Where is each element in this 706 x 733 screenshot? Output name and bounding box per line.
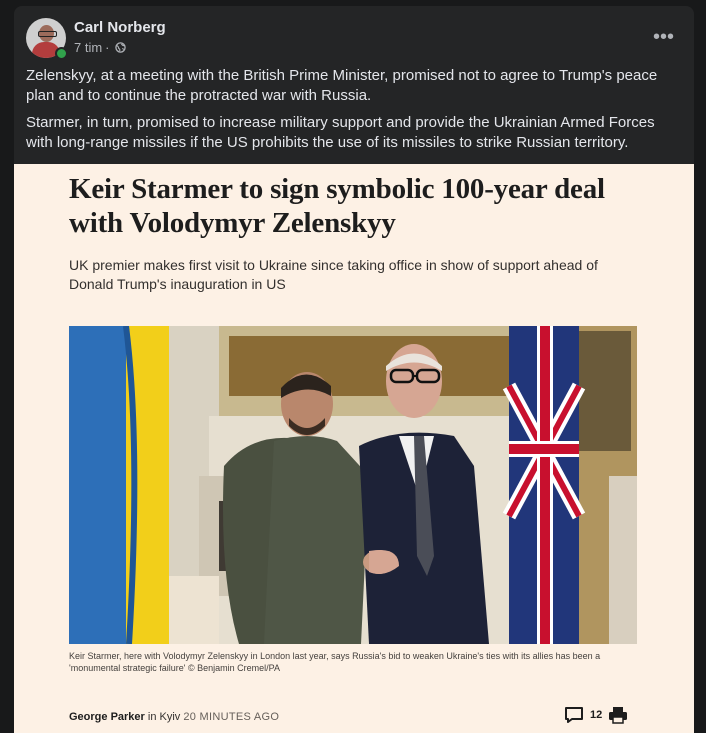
byline-place: Kyiv (159, 711, 181, 723)
post-header: Carl Norberg 7 tim · ••• (26, 18, 682, 60)
article-headline: Keir Starmer to sign symbolic 100-year d… (69, 173, 605, 239)
photo-caption: Keir Starmer, here with Volodymyr Zelens… (69, 651, 601, 673)
byline-in: in (147, 711, 157, 723)
online-status-icon (55, 47, 68, 60)
article-photo (69, 326, 637, 644)
article-actions: 12 (564, 706, 628, 724)
print-icon[interactable] (608, 706, 628, 724)
more-options-icon[interactable]: ••• (653, 27, 674, 47)
article-preview[interactable]: Keir Starmer to sign symbolic 100-year d… (14, 164, 694, 733)
post-paragraph: Starmer, in turn, promised to increase m… (26, 114, 655, 151)
meta-separator: · (105, 40, 110, 55)
globe-icon[interactable] (114, 42, 126, 53)
post-meta: 7 tim · (74, 40, 126, 55)
facebook-post: Carl Norberg 7 tim · ••• Zelenskyy, at a… (14, 6, 694, 733)
post-time[interactable]: 7 tim (74, 40, 102, 55)
post-paragraph: Zelenskyy, at a meeting with the British… (26, 67, 658, 104)
byline-time: 20 MINUTES AGO (183, 711, 280, 723)
byline-author[interactable]: George Parker (69, 711, 145, 723)
comment-icon[interactable] (564, 706, 584, 724)
post-text: Zelenskyy, at a meeting with the British… (26, 66, 666, 160)
article-byline: George Parker in Kyiv 20 MINUTES AGO (69, 711, 279, 723)
author-name[interactable]: Carl Norberg (74, 19, 166, 36)
article-standfirst: UK premier makes first visit to Ukraine … (69, 257, 598, 292)
avatar-glasses (38, 31, 57, 37)
comment-count: 12 (590, 709, 603, 721)
